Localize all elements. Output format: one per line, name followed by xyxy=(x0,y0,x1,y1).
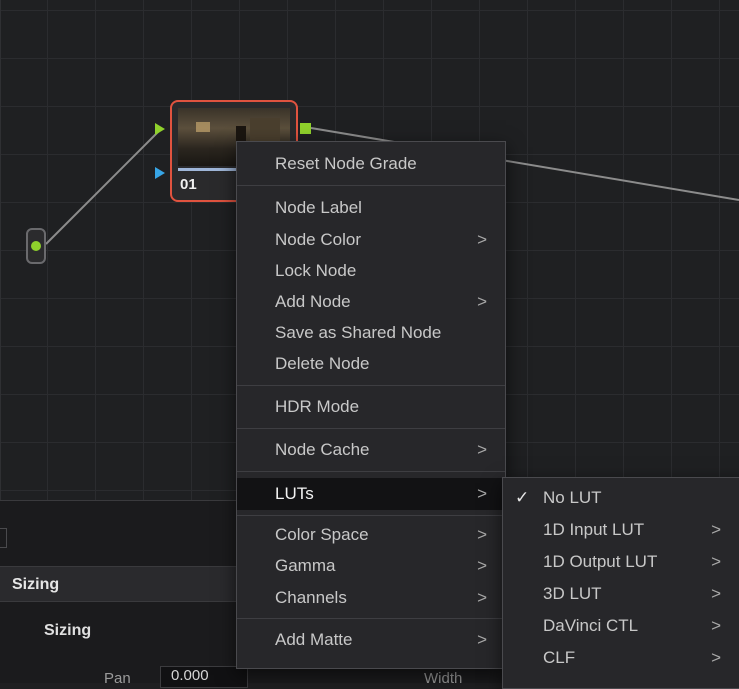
chevron-right-icon: > xyxy=(477,525,487,544)
menu-item-lock-node[interactable]: Lock Node xyxy=(237,257,505,285)
submenu-item-1d-input-lut[interactable]: 1D Input LUT > xyxy=(503,516,739,544)
submenu-item-3d-lut[interactable]: 3D LUT > xyxy=(503,580,739,608)
submenu-item-label: 1D Output LUT xyxy=(543,552,658,571)
menu-item-label: Reset Node Grade xyxy=(275,154,417,173)
menu-item-hdr-mode[interactable]: HDR Mode xyxy=(237,393,505,421)
node-context-menu: Reset Node Grade Node Label Node Color > … xyxy=(236,141,506,669)
chevron-right-icon: > xyxy=(711,552,721,571)
chevron-right-icon: > xyxy=(477,440,487,459)
submenu-item-label: 1D Input LUT xyxy=(543,520,645,539)
source-output-port[interactable] xyxy=(31,241,41,251)
node-rgb-output-port[interactable] xyxy=(300,123,311,134)
menu-item-label: Color Space xyxy=(275,525,369,544)
luts-submenu: ✓ No LUT 1D Input LUT > 1D Output LUT > 3D … xyxy=(502,477,739,689)
menu-item-label: Node Label xyxy=(275,198,362,217)
menu-item-luts[interactable]: LUTs > xyxy=(237,478,505,510)
menu-divider xyxy=(237,185,505,186)
menu-item-label: Delete Node xyxy=(275,354,370,373)
submenu-item-no-lut[interactable]: ✓ No LUT xyxy=(503,484,739,512)
chevron-right-icon: > xyxy=(711,520,721,539)
menu-item-delete-node[interactable]: Delete Node xyxy=(237,350,505,378)
menu-item-label: Add Matte xyxy=(275,630,353,649)
menu-item-label: Add Node xyxy=(275,292,351,311)
menu-item-label: Node Cache xyxy=(275,440,370,459)
width-label: Width xyxy=(424,670,463,687)
menu-item-color-space[interactable]: Color Space > xyxy=(237,521,505,549)
menu-item-node-color[interactable]: Node Color > xyxy=(237,226,505,254)
source-input-node[interactable] xyxy=(26,228,46,264)
node-key-input-port[interactable] xyxy=(155,167,165,179)
menu-item-label: Channels xyxy=(275,588,347,607)
panel-resize-handle[interactable] xyxy=(0,528,7,548)
chevron-right-icon: > xyxy=(477,588,487,607)
chevron-right-icon: > xyxy=(711,648,721,667)
chevron-right-icon: > xyxy=(477,292,487,311)
sizing-section-label: Sizing xyxy=(44,622,92,639)
chevron-right-icon: > xyxy=(477,484,487,503)
node-number: 01 xyxy=(180,176,197,193)
menu-divider xyxy=(237,428,505,429)
menu-item-label: Save as Shared Node xyxy=(275,323,442,342)
menu-item-label: HDR Mode xyxy=(275,397,360,416)
submenu-item-clf[interactable]: CLF > xyxy=(503,644,739,672)
chevron-right-icon: > xyxy=(477,230,487,249)
submenu-item-davinci-ctl[interactable]: DaVinci CTL > xyxy=(503,612,739,640)
menu-item-channels[interactable]: Channels > xyxy=(237,584,505,612)
submenu-item-label: No LUT xyxy=(543,488,602,507)
menu-divider xyxy=(237,515,505,516)
menu-item-label: Gamma xyxy=(275,556,336,575)
menu-item-gamma[interactable]: Gamma > xyxy=(237,552,505,580)
menu-item-node-label[interactable]: Node Label xyxy=(237,194,505,222)
chevron-right-icon: > xyxy=(711,584,721,603)
menu-divider xyxy=(237,471,505,472)
menu-item-add-node[interactable]: Add Node > xyxy=(237,288,505,316)
menu-divider xyxy=(237,618,505,619)
menu-item-add-matte[interactable]: Add Matte > xyxy=(237,626,505,654)
link-source-to-node xyxy=(45,129,161,245)
menu-divider xyxy=(237,385,505,386)
chevron-right-icon: > xyxy=(477,556,487,575)
menu-item-node-cache[interactable]: Node Cache > xyxy=(237,436,505,464)
menu-item-reset-node-grade[interactable]: Reset Node Grade xyxy=(237,150,505,178)
node-rgb-input-port[interactable] xyxy=(155,123,165,135)
submenu-item-1d-output-lut[interactable]: 1D Output LUT > xyxy=(503,548,739,576)
submenu-item-label: DaVinci CTL xyxy=(543,616,639,635)
thumbnail-detail xyxy=(196,122,210,132)
node-progress-bar xyxy=(178,168,238,171)
sizing-header[interactable]: Sizing xyxy=(0,566,270,602)
menu-item-label: LUTs xyxy=(275,484,314,503)
chevron-right-icon: > xyxy=(477,630,487,649)
menu-item-label: Lock Node xyxy=(275,261,357,280)
submenu-item-label: 3D LUT xyxy=(543,584,602,603)
menu-item-save-as-shared-node[interactable]: Save as Shared Node xyxy=(237,319,505,347)
checkmark-icon: ✓ xyxy=(515,488,530,507)
pan-input[interactable]: 0.000 xyxy=(160,666,248,688)
chevron-right-icon: > xyxy=(711,616,721,635)
pan-label: Pan xyxy=(104,670,131,687)
submenu-item-label: CLF xyxy=(543,648,576,667)
menu-item-label: Node Color xyxy=(275,230,361,249)
